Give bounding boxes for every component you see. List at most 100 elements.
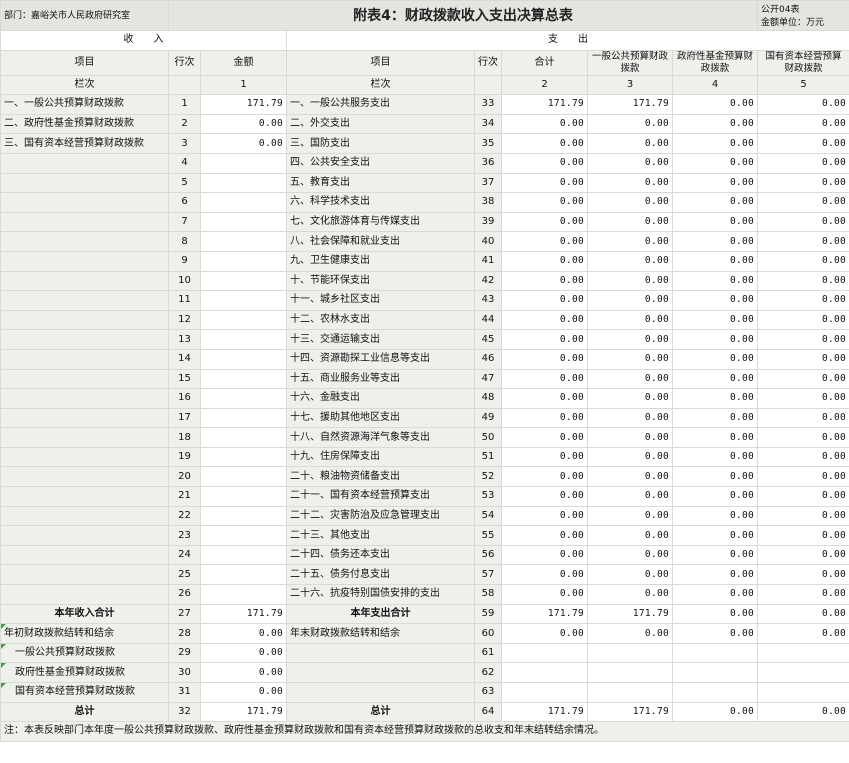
expense-item: 七、文化旅游体育与传媒支出 [286,211,475,233]
income-amount [200,231,287,252]
col-header-amount: 金额 [200,49,287,76]
expense-row-no: 56 [474,544,502,566]
income-row-no: 5 [168,172,201,194]
fund-budget-amount: 0.00 [671,466,759,488]
expense-row-no: 35 [474,133,502,154]
col-number-5: 5 [757,74,849,96]
expense-total: 0.00 [501,407,588,429]
year-total-row: 本年收入合计 27 171.79 本年支出合计 59 171.79 171.79 0.00 0.… [0,603,849,625]
income-row-no: 18 [168,427,201,448]
col-number-blank [474,74,502,96]
capital-budget-amount: 0.00 [757,113,849,135]
expense-item [286,662,475,683]
table-row: 8 八、社会保障和就业支出 40 0.00 0.00 0.00 0.00 [0,231,849,252]
expense-item: 十一、城乡社区支出 [286,290,475,311]
expense-total [501,642,588,664]
table-row: 24 二十四、债务还本支出 56 0.00 0.00 0.00 0.00 [0,544,849,566]
income-amount [200,309,287,331]
capital-budget-amount: 0.00 [757,329,849,350]
expense-row-no: 39 [474,211,502,233]
income-amount [200,290,287,311]
general-budget-amount: 0.00 [587,466,673,488]
carryover-row: 政府性基金预算财政拨款 30 0.00 62 [0,662,849,683]
income-item: 本年收入合计 [0,603,169,625]
expense-total: 0.00 [501,113,588,135]
income-row-no: 23 [168,525,201,546]
fund-budget-amount: 0.00 [671,486,759,507]
capital-budget-amount: 0.00 [757,348,849,370]
income-item: 年初财政拨款结转和结余 [0,623,169,644]
fund-budget-amount: 0.00 [671,348,759,370]
expense-item: 十三、交通运输支出 [286,329,475,350]
expense-item: 十八、自然资源海洋气象等支出 [286,427,475,448]
fund-budget-amount: 0.00 [671,427,759,448]
fund-budget-amount: 0.00 [671,172,759,194]
expense-row-no: 36 [474,152,502,174]
expense-item: 二十四、债务还本支出 [286,544,475,566]
table-row: 13 十三、交通运输支出 45 0.00 0.00 0.00 0.00 [0,329,849,350]
capital-budget-amount: 0.00 [757,584,849,605]
general-budget-amount: 0.00 [587,192,673,213]
grand-total-row: 总计 32 171.79 总计 64 171.79 171.79 0.00 0.00 [0,701,849,723]
section-row: 收 入 支 出 [0,30,849,51]
income-item [0,192,169,213]
capital-budget-amount: 0.00 [757,564,849,586]
income-amount: 171.79 [200,701,287,723]
fund-budget-amount: 0.00 [671,94,759,115]
income-amount: 0.00 [200,642,287,664]
expense-item: 二十二、灾害防治及应急管理支出 [286,505,475,527]
capital-budget-amount: 0.00 [757,231,849,252]
general-budget-amount: 171.79 [587,701,673,723]
expense-total: 0.00 [501,270,588,292]
income-item [0,348,169,370]
income-amount [200,388,287,409]
income-item [0,584,169,605]
expense-total: 171.79 [501,603,588,625]
income-item [0,152,169,174]
expense-item: 四、公共安全支出 [286,152,475,174]
expense-item: 八、社会保障和就业支出 [286,231,475,252]
table-row: 18 十八、自然资源海洋气象等支出 50 0.00 0.00 0.00 0.00 [0,427,849,448]
income-row-no: 19 [168,446,201,468]
capital-budget-amount: 0.00 [757,133,849,154]
table-row: 一、一般公共预算财政拨款 1 171.79 一、一般公共服务支出 33 171.79 171… [0,94,849,115]
general-budget-amount: 0.00 [587,113,673,135]
expense-row-no: 51 [474,446,502,468]
table-row: 二、政府性基金预算财政拨款 2 0.00 二、外交支出 34 0.00 0.00 0.00 0.… [0,113,849,135]
capital-budget-amount: 0.00 [757,388,849,409]
report-title: 附表4：财政拨款收入支出决算总表 [167,0,759,31]
table-row: 三、国有资本经营预算财政拨款 3 0.00 三、国防支出 35 0.00 0.00 0.00 0… [0,133,849,154]
general-budget-amount: 0.00 [587,290,673,311]
capital-budget-amount: 0.00 [757,466,849,488]
table-row: 6 六、科学技术支出 38 0.00 0.00 0.00 0.00 [0,192,849,213]
expense-row-no: 64 [474,701,502,723]
expense-total: 0.00 [501,329,588,350]
form-code: 公开04表 [761,5,800,15]
fund-budget-amount: 0.00 [671,368,759,390]
expense-item: 二十五、债务付息支出 [286,564,475,586]
income-item [0,544,169,566]
carryover-row: 年初财政拨款结转和结余 28 0.00 年末财政拨款结转和结余 60 0.00 0.00 0.… [0,623,849,644]
income-row-no: 22 [168,505,201,527]
fund-budget-amount [671,682,759,703]
expense-row-no: 54 [474,505,502,527]
income-row-no: 6 [168,192,201,213]
expense-section-header: 支 出 [285,30,849,51]
income-item: 三、国有资本经营预算财政拨款 [0,133,169,154]
table-row: 10 十、节能环保支出 42 0.00 0.00 0.00 0.00 [0,270,849,292]
income-amount [200,446,287,468]
income-item [0,525,169,546]
general-budget-amount: 0.00 [587,250,673,272]
income-row-no: 3 [168,133,201,154]
fund-budget-amount: 0.00 [671,446,759,468]
carryover-row: 国有资本经营预算财政拨款 31 0.00 63 [0,682,849,703]
income-row-no: 8 [168,231,201,252]
table-row: 4 四、公共安全支出 36 0.00 0.00 0.00 0.00 [0,152,849,174]
income-amount: 171.79 [200,94,287,115]
general-budget-amount: 0.00 [587,564,673,586]
income-row-no: 16 [168,388,201,409]
fund-budget-amount [671,642,759,664]
income-row-no: 9 [168,250,201,272]
report-sheet: 部门：嘉峪关市人民政府研究室 附表4：财政拨款收入支出决算总表 公开04表 金额… [0,0,849,763]
capital-budget-amount: 0.00 [757,368,849,390]
